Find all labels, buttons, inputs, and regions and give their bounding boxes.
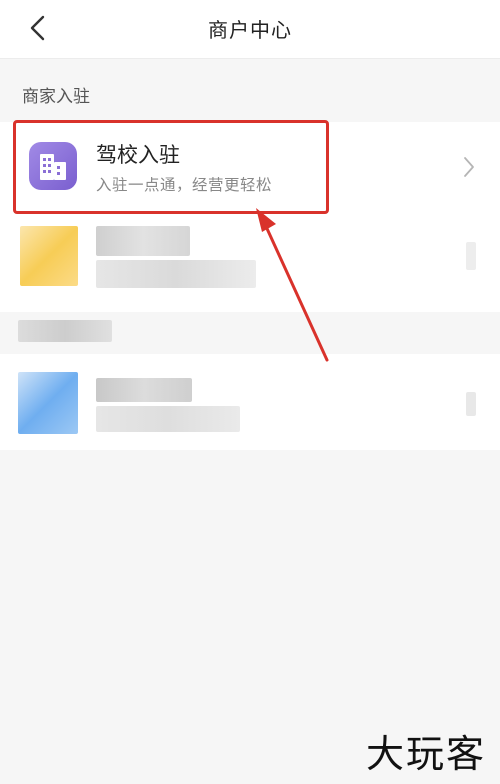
watermark: 大玩客 [365,732,486,776]
annotation-arrow [256,208,329,362]
